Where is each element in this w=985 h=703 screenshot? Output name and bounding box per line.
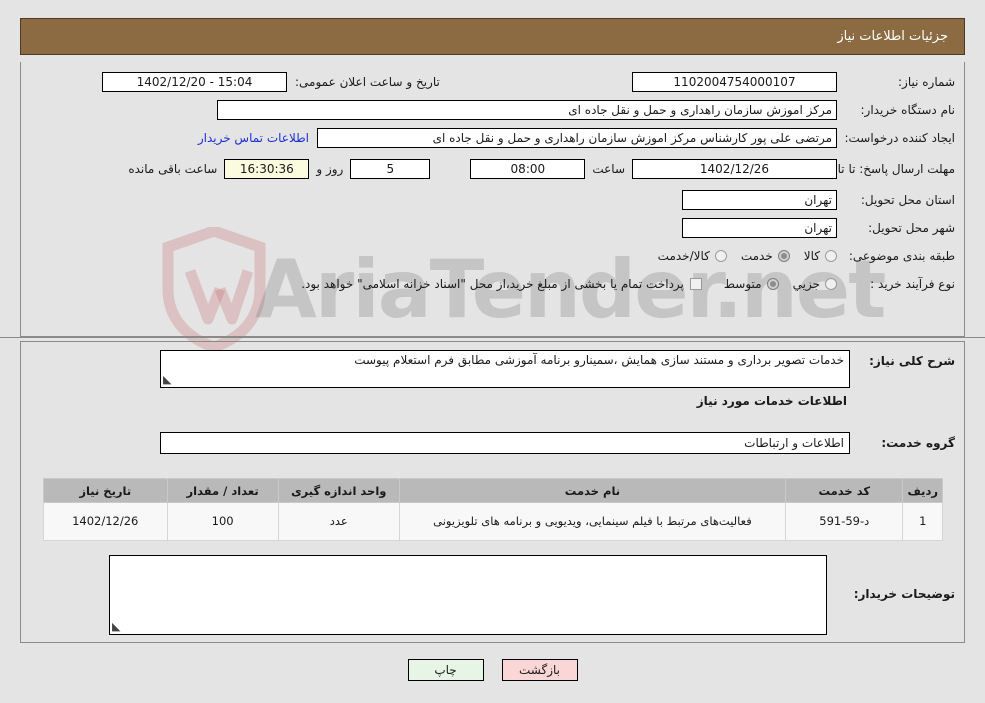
col-header-unit: واحد اندازه گیری	[277, 478, 400, 503]
category-radio-group: کالا خدمت کالا/خدمت	[644, 249, 837, 263]
category-option-label: کالا/خدمت	[657, 249, 710, 263]
col-header-service-code: کد خدمت	[785, 478, 904, 503]
page-title: جزئیات اطلاعات نیاز	[837, 29, 948, 44]
need-info-form: شماره نیاز: 1102004754000107 تاریخ و ساع…	[20, 68, 965, 298]
service-group-field[interactable]: اطلاعات و ارتباطات	[160, 432, 850, 454]
row-need-number: شماره نیاز: 1102004754000107 تاریخ و ساع…	[20, 68, 965, 96]
radio-icon[interactable]	[714, 250, 727, 262]
process-option-label: جزیي	[792, 277, 820, 291]
countdown-field[interactable]: 16:30:36	[224, 159, 310, 179]
treasury-checkbox-label: پرداخت تمام یا بخشی از مبلغ خرید،از محل …	[301, 277, 684, 291]
cell-unit: عدد	[277, 502, 400, 541]
countdown-label: ساعت باقی مانده	[128, 162, 218, 176]
process-option-jozee[interactable]: جزیي	[779, 277, 837, 291]
checkbox-icon[interactable]	[689, 278, 702, 290]
public-announce-field[interactable]: 15:04 - 1402/12/20	[102, 72, 287, 92]
row-service-group: گروه خدمت: اطلاعات و ارتباطات	[20, 432, 965, 454]
creator-label: ایجاد کننده درخواست:	[844, 131, 955, 145]
row-description: شرح کلی نیاز: خدمات تصویر برداری و مستند…	[20, 350, 965, 388]
category-label: طبقه بندی موضوعی:	[848, 249, 955, 263]
days-label: روز و	[316, 162, 344, 176]
radio-icon[interactable]	[766, 278, 779, 290]
col-header-service-name: نام خدمت	[398, 478, 787, 503]
cell-service-name: فعالیت‌های مرتبط با فیلم سینمایی، ویدیوی…	[398, 502, 787, 541]
row-process-type: نوع فرآیند خرید : جزیي متوسط پرداخت تمام…	[20, 270, 965, 298]
process-option-motavaset[interactable]: متوسط	[710, 277, 779, 291]
radio-icon[interactable]	[825, 278, 837, 290]
row-deadline: مهلت ارسال پاسخ: تا تاریخ: 1402/12/26 سا…	[20, 152, 965, 186]
cell-radif: 1	[902, 502, 943, 541]
category-option-khedmat[interactable]: خدمت	[727, 249, 790, 263]
city-label: شهر محل تحویل:	[868, 221, 955, 235]
process-radio-group: جزیي متوسط	[710, 277, 837, 291]
section-divider	[0, 337, 985, 338]
print-button[interactable]: چاپ	[407, 659, 484, 681]
resize-grip-icon[interactable]: ◢	[163, 373, 171, 386]
row-creator: ایجاد کننده درخواست: مرتضی علی پور کارشن…	[20, 124, 965, 152]
services-table-wrap: ردیف کد خدمت نام خدمت واحد اندازه گیری ت…	[43, 478, 943, 541]
cell-service-code: د-59-591	[785, 502, 904, 541]
process-option-label: متوسط	[723, 277, 762, 291]
category-option-kala[interactable]: کالا	[790, 249, 837, 263]
buyer-comments-label: توضیحات خریدار:	[853, 587, 955, 601]
col-header-need-date: تاریخ نیاز	[43, 478, 168, 503]
treasury-checkbox-item[interactable]: پرداخت تمام یا بخشی از مبلغ خرید،از محل …	[287, 277, 702, 291]
deadline-label: مهلت ارسال پاسخ: تا تاریخ:	[816, 161, 955, 176]
window-title-bar: جزئیات اطلاعات نیاز	[20, 18, 965, 55]
province-field[interactable]: تهران	[682, 190, 837, 210]
table-header-row: ردیف کد خدمت نام خدمت واحد اندازه گیری ت…	[43, 478, 943, 503]
back-button[interactable]: بازگشت	[501, 659, 578, 681]
radio-icon[interactable]	[777, 250, 790, 262]
buyer-org-label: نام دستگاه خریدار:	[860, 103, 956, 117]
need-number-field[interactable]: 1102004754000107	[632, 72, 837, 92]
row-category: طبقه بندی موضوعی: کالا خدمت کالا/خدمت	[20, 242, 965, 270]
table-row: 1 د-59-591 فعالیت‌های مرتبط با فیلم سینم…	[43, 502, 943, 541]
buyer-contact-link[interactable]: اطلاعات تماس خریدار	[190, 131, 317, 145]
action-buttons: بازگشت چاپ	[0, 659, 985, 681]
col-header-quantity: تعداد / مقدار	[166, 478, 279, 503]
radio-icon[interactable]	[825, 250, 837, 262]
deadline-date-field[interactable]: 1402/12/26	[632, 159, 837, 179]
cell-quantity: 100	[166, 502, 279, 541]
services-section-heading: اطلاعات خدمات مورد نیاز	[696, 394, 847, 408]
category-option-kala-khedmat[interactable]: کالا/خدمت	[644, 249, 727, 263]
remaining-days-field[interactable]: 5	[350, 159, 431, 179]
services-table: ردیف کد خدمت نام خدمت واحد اندازه گیری ت…	[43, 478, 943, 541]
buyer-org-field[interactable]: مرکز اموزش سازمان راهداری و حمل و نقل جا…	[217, 100, 837, 120]
province-label: استان محل تحویل:	[860, 193, 955, 207]
hour-label: ساعت	[592, 162, 625, 176]
page-root: AriaTender.net جزئیات اطلاعات نیاز شماره…	[0, 0, 985, 703]
service-group-label: گروه خدمت:	[881, 436, 955, 450]
row-province: استان محل تحویل: تهران	[20, 186, 965, 214]
description-label: شرح کلی نیاز:	[869, 354, 955, 368]
city-field[interactable]: تهران	[682, 218, 837, 238]
deadline-time-field[interactable]: 08:00	[470, 159, 586, 179]
row-buyer-comments: توضیحات خریدار: ◢	[20, 555, 965, 635]
need-number-label: شماره نیاز:	[898, 75, 955, 89]
row-buyer-org: نام دستگاه خریدار: مرکز اموزش سازمان راه…	[20, 96, 965, 124]
cell-need-date: 1402/12/26	[43, 502, 168, 541]
row-city: شهر محل تحویل: تهران	[20, 214, 965, 242]
buyer-comments-textarea[interactable]: ◢	[109, 555, 827, 635]
public-announce-label: تاریخ و ساعت اعلان عمومی:	[295, 75, 440, 89]
description-textarea[interactable]: خدمات تصویر برداری و مستند سازی همایش ،س…	[160, 350, 850, 388]
category-option-label: کالا	[803, 249, 820, 263]
col-header-radif: ردیف	[902, 478, 943, 503]
resize-grip-icon[interactable]: ◢	[112, 620, 120, 633]
creator-field[interactable]: مرتضی علی پور کارشناس مرکز اموزش سازمان …	[317, 128, 837, 148]
description-text: خدمات تصویر برداری و مستند سازی همایش ،س…	[354, 353, 844, 367]
category-option-label: خدمت	[740, 249, 773, 263]
process-type-label: نوع فرآیند خرید :	[870, 277, 955, 291]
